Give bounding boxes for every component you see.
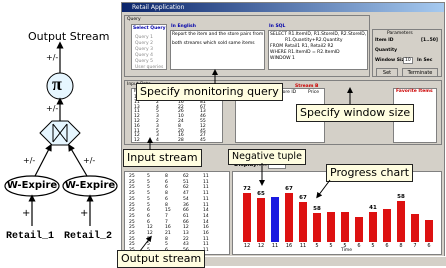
callout-progress-chart: Progress chart bbox=[326, 164, 414, 182]
select-query-label: Select Query bbox=[133, 26, 166, 31]
retail-app-window: Retail Application Query Select Query Qu… bbox=[121, 2, 445, 263]
wexpire-right-label: W-Expire bbox=[64, 180, 116, 191]
chart-bar bbox=[355, 216, 363, 242]
sql-line: R1.Quantity+R2.Quantity bbox=[285, 38, 343, 43]
english-text-2: both streams which sold same items bbox=[172, 41, 255, 46]
window-size-input[interactable]: 10 bbox=[403, 57, 413, 64]
query-item[interactable]: Query 5 bbox=[135, 59, 153, 64]
pm-left-label: +/- bbox=[23, 156, 36, 165]
callout-window-size: Specify window size bbox=[296, 104, 415, 122]
chart-tick-label: 16 bbox=[285, 243, 293, 249]
chart-value-label: 67 bbox=[285, 186, 293, 193]
query-list[interactable]: Select Query Query 1 Query 2 Query 3 Que… bbox=[131, 24, 167, 70]
chart-value-label: 67 bbox=[299, 195, 307, 202]
plus-right-label: + bbox=[80, 208, 89, 219]
query-item[interactable]: Query 3 bbox=[135, 47, 153, 52]
chart-tick-label: 12 bbox=[243, 243, 251, 249]
pm-right-label: +/- bbox=[83, 156, 96, 165]
chart-value-label: 72 bbox=[243, 186, 251, 193]
wexpire-left-label: W-Expire bbox=[6, 180, 58, 191]
source-right-label: Retail_2 bbox=[64, 231, 113, 242]
output-stream-title: Output Stream bbox=[28, 30, 110, 43]
favorite-items-label: Favorite Items bbox=[396, 89, 433, 94]
chart-tick-label: 11 bbox=[299, 243, 307, 249]
chart-bar bbox=[327, 211, 335, 242]
chart-area: 72 12 65 12 11 67 16 67 11 58 5 5 5 6 41 5 6 58 8 7 6 bbox=[233, 172, 441, 254]
pi-symbol: π bbox=[52, 74, 62, 94]
query-item[interactable]: Query 4 bbox=[135, 53, 153, 58]
query-group: Query Select Query Query 1 Query 2 Query… bbox=[124, 15, 370, 77]
chart-value-label: 65 bbox=[257, 190, 265, 197]
chart-bar-negative bbox=[271, 197, 279, 242]
chart-bar bbox=[369, 212, 377, 242]
query-item[interactable]: Query 1 bbox=[135, 35, 153, 40]
query-item[interactable]: User queries bbox=[135, 65, 163, 70]
stream-b-label: Stream B bbox=[295, 84, 319, 89]
input-cell: 28 bbox=[178, 138, 184, 144]
chart-value-label: 58 bbox=[397, 194, 405, 201]
chart-tick-label: 12 bbox=[257, 243, 265, 249]
chart-tick-label: 5 bbox=[329, 243, 333, 249]
parameters-label: Parameters bbox=[387, 31, 413, 36]
app-title: Retail Application bbox=[132, 4, 185, 11]
english-box: Report the item and the store pairs from… bbox=[170, 30, 265, 70]
chart-bar bbox=[383, 209, 391, 242]
chart-value-label: 58 bbox=[313, 206, 321, 212]
chart-bar bbox=[313, 213, 321, 242]
app-titlebar: Retail Application bbox=[122, 3, 444, 12]
input-cell: 45 bbox=[200, 138, 206, 144]
sql-line: FROM Retail1 R1, Retail2 R2 bbox=[270, 44, 334, 49]
chart-tick-label: 6 bbox=[385, 243, 389, 249]
item-id-range: [1..50] bbox=[421, 38, 438, 43]
input-cell: 4 bbox=[156, 138, 159, 144]
chart-bar bbox=[299, 202, 307, 242]
progress-chart: 72 12 65 12 11 67 16 67 11 58 5 5 5 6 41 5 6 58 8 7 6 Time bbox=[232, 171, 442, 255]
chart-tick-label: 7 bbox=[413, 243, 417, 249]
input-cell: 12 bbox=[134, 138, 140, 144]
callout-input-stream: Input stream bbox=[123, 149, 202, 167]
chart-tick-label: 5 bbox=[315, 243, 319, 249]
pm-mid-label: +/- bbox=[46, 104, 59, 113]
plus-left-label: + bbox=[22, 208, 31, 219]
in-sql-label: In SQL bbox=[269, 24, 286, 29]
chart-tick-label: 6 bbox=[427, 243, 431, 249]
chart-bar bbox=[411, 214, 419, 242]
quantity-label: Quantity bbox=[375, 48, 398, 53]
pm-top-label: +/- bbox=[46, 53, 59, 62]
item-id-label: Item ID bbox=[375, 38, 394, 43]
in-english-label: In English bbox=[171, 24, 196, 29]
sql-line: SELECT R1.ItemID, R1.StoreID, R2.StoreID… bbox=[270, 32, 367, 37]
chart-bar bbox=[397, 201, 405, 242]
chart-tick-label: 8 bbox=[399, 243, 403, 249]
callout-negative-tuple: Negative tuple bbox=[228, 149, 306, 165]
chart-bar bbox=[257, 197, 265, 242]
query-group-label: Query bbox=[127, 17, 141, 22]
chart-tick-label: 6 bbox=[357, 243, 361, 249]
sql-box[interactable]: SELECT R1.ItemID, R1.StoreID, R2.StoreID… bbox=[268, 30, 368, 70]
chart-value-label: 41 bbox=[369, 205, 377, 212]
window-size-unit: In Sec bbox=[417, 58, 433, 63]
terminate-button[interactable]: Terminate bbox=[402, 68, 438, 77]
english-text-1: Report the item and the store pairs from bbox=[172, 32, 264, 37]
chart-bar bbox=[285, 193, 293, 242]
sql-line: WHERE R1.ItemID = R2.ItemID bbox=[270, 50, 340, 55]
price-col: Price bbox=[308, 90, 319, 95]
output-table[interactable]: 25 5 8 62 11 25 5 6 51 11 25 5 6 62 11 25 5 8 47 11 25 5 6 54 11… bbox=[124, 171, 230, 255]
source-left-label: Retail_1 bbox=[6, 231, 55, 242]
chart-bar bbox=[243, 193, 251, 242]
chart-bar bbox=[425, 220, 433, 242]
sql-line: WINDOW 1 bbox=[270, 56, 295, 61]
chart-tick-label: 11 bbox=[271, 243, 279, 249]
chart-tick-label: 5 bbox=[371, 243, 375, 249]
set-button[interactable]: Set bbox=[376, 68, 398, 77]
chart-bar bbox=[341, 212, 349, 242]
chart-xlabel: Time bbox=[341, 248, 353, 253]
callout-monitoring-query: Specify monitoring query bbox=[136, 83, 283, 101]
callout-output-stream: Output stream bbox=[117, 250, 206, 268]
query-item[interactable]: Query 2 bbox=[135, 41, 153, 46]
